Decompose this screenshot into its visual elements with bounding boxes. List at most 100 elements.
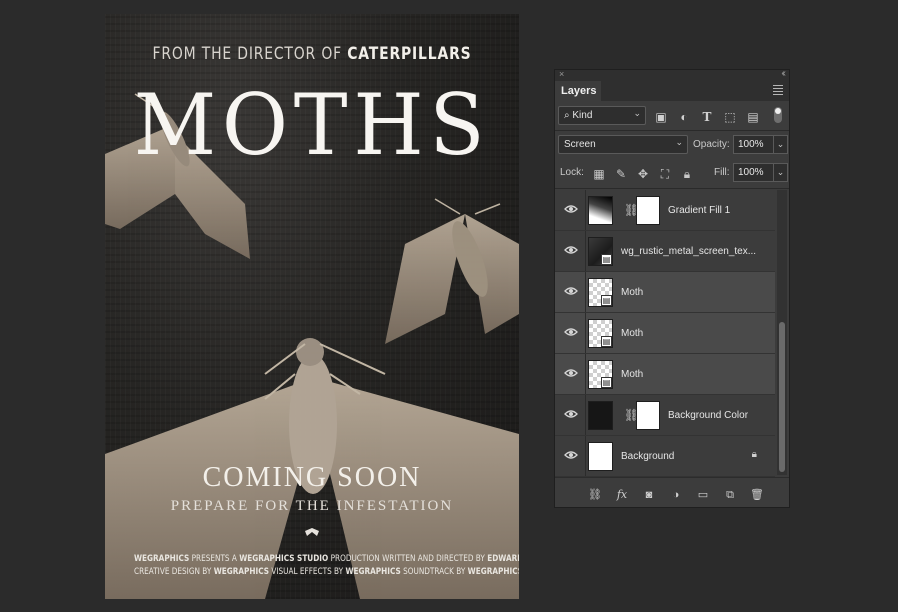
filter-kind-value: Kind <box>572 110 593 121</box>
type-filter-icon[interactable]: T <box>700 110 714 124</box>
lock-icons: ▦ ✎ ✥ ⛶ 🔒︎ <box>592 165 702 183</box>
adjustment-filter-icon[interactable]: ◐ <box>677 110 691 124</box>
new-layer-icon[interactable]: ⧉ <box>722 488 738 502</box>
eye-icon[interactable] <box>564 204 578 214</box>
eye-icon[interactable] <box>564 450 578 460</box>
layer-row-texture[interactable]: ▤ wg_rustic_metal_screen_tex... <box>555 231 775 272</box>
credit-text: PRESENTS A <box>189 554 240 564</box>
delete-layer-icon[interactable]: 🗑︎ <box>749 488 765 502</box>
layer-thumbnail <box>588 401 613 430</box>
credit-text: CREATIVE DESIGN BY <box>133 567 214 577</box>
credit-studio: WEGRAPHICS <box>133 554 190 564</box>
divider <box>555 188 789 189</box>
eye-icon[interactable] <box>564 409 578 419</box>
smart-object-icon: ▤ <box>601 377 612 388</box>
tagline-film: CATERPILLARS <box>347 44 472 64</box>
credit-text: VISUAL EFFECTS BY <box>269 567 346 577</box>
layers-panel: × ‹‹ Layers ⌕ Kind ⌄ ▣ ◐ T ⬚ ▤ Screen ⌄ Opac… <box>554 68 790 508</box>
credit-name: WEGRAPHICS <box>213 567 269 577</box>
smart-object-icon: ▤ <box>601 336 612 347</box>
layer-name[interactable]: Moth <box>621 287 643 298</box>
layer-name[interactable]: Moth <box>621 328 643 339</box>
layer-thumbnail: ▤ <box>588 319 613 348</box>
image-filter-icon[interactable]: ▣ <box>654 110 668 124</box>
credit-text: SOUNDTRACK BY <box>400 567 468 577</box>
chevron-down-icon: ⌄ <box>633 108 641 118</box>
credit-name: WEGRAPHICS <box>345 567 401 577</box>
layer-name[interactable]: Moth <box>621 369 643 380</box>
layers-list: ⛓ Gradient Fill 1 ▤ wg_rustic_metal_scre… <box>555 190 775 477</box>
document-canvas[interactable]: FROM THE DIRECTOR OF CATERPILLARS MOTHS … <box>105 14 519 599</box>
tagline-prefix: FROM THE DIRECTOR OF <box>152 44 342 64</box>
layer-name[interactable]: Background <box>621 451 674 462</box>
poster-subtitle: PREPARE FOR THE INFESTATION <box>170 498 454 514</box>
eye-icon[interactable] <box>564 286 578 296</box>
panel-footer: ⛓ fx ◙ ◑ ▭ ⧉ 🗑︎ <box>555 477 789 507</box>
moth-right <box>385 198 519 344</box>
layer-row-moth[interactable]: ▤ Moth <box>555 354 775 395</box>
panel-topbar: × ‹‹ <box>555 68 789 81</box>
fill-input[interactable]: 100% <box>733 163 774 182</box>
fill-label: Fill: <box>714 167 730 178</box>
blend-row: Screen ⌄ Opacity: 100% ⌄ <box>558 135 788 155</box>
moth-logo-icon <box>305 528 319 536</box>
panel-tabbar: Layers <box>555 81 789 101</box>
filter-kind-select[interactable]: ⌕ Kind ⌄ <box>558 106 646 125</box>
lock-artboard-icon[interactable]: ⛶ <box>658 167 672 181</box>
lock-label: Lock: <box>560 167 584 178</box>
new-group-icon[interactable]: ▭ <box>695 488 711 502</box>
fx-icon[interactable]: fx <box>614 488 630 502</box>
opacity-dropdown[interactable]: ⌄ <box>774 135 788 154</box>
eye-icon[interactable] <box>564 368 578 378</box>
blend-mode-value: Screen <box>564 139 596 150</box>
close-panel-icon[interactable]: × <box>559 69 564 79</box>
lock-transparent-icon[interactable]: ▦ <box>592 167 606 181</box>
opacity-input[interactable]: 100% <box>733 135 774 154</box>
lock-position-icon[interactable]: ✥ <box>636 167 650 181</box>
credit-text: PRODUCTION WRITTEN AND DIRECTED BY <box>328 554 488 564</box>
layer-row-background-color[interactable]: ⛓ Background Color <box>555 395 775 436</box>
link-layers-icon[interactable]: ⛓ <box>587 488 603 502</box>
scrollbar-thumb[interactable] <box>779 322 785 472</box>
poster-credits-line1: WEGRAPHICS PRESENTS A WEGRAPHICS STUDIO … <box>133 554 519 564</box>
smart-object-icon: ▤ <box>601 295 612 306</box>
shape-filter-icon[interactable]: ⬚ <box>723 110 737 124</box>
layer-row-moth[interactable]: ▤ Moth <box>555 272 775 313</box>
collapse-panel-icon[interactable]: ‹‹ <box>781 68 785 79</box>
footer-icons: ⛓ fx ◙ ◑ ▭ ⧉ 🗑︎ <box>587 485 776 503</box>
eye-icon[interactable] <box>564 245 578 255</box>
smart-object-icon: ▤ <box>601 254 612 265</box>
lock-all-icon[interactable]: 🔒︎ <box>680 167 694 181</box>
layer-mask-thumbnail[interactable] <box>636 196 660 225</box>
layer-name[interactable]: Background Color <box>668 410 748 421</box>
lock-paint-icon[interactable]: ✎ <box>614 167 628 181</box>
blend-mode-select[interactable]: Screen ⌄ <box>558 135 688 154</box>
layer-thumbnail: ▤ <box>588 360 613 389</box>
filter-toggle[interactable] <box>774 107 782 123</box>
layer-mask-thumbnail[interactable] <box>636 401 660 430</box>
poster-credits-line2: CREATIVE DESIGN BY WEGRAPHICS VISUAL EFF… <box>133 567 519 577</box>
credit-director: EDWARD DUST <box>487 554 519 564</box>
layer-name[interactable]: wg_rustic_metal_screen_tex... <box>621 246 756 257</box>
layer-row-gradient-fill[interactable]: ⛓ Gradient Fill 1 <box>555 190 775 231</box>
credit-studio-name: WEGRAPHICS STUDIO <box>239 554 329 564</box>
tab-layers[interactable]: Layers <box>555 81 601 101</box>
panel-menu-icon[interactable] <box>773 85 783 97</box>
layer-lock-icon[interactable]: 🔒︎ <box>752 449 757 460</box>
lock-row: Lock: ▦ ✎ ✥ ⛶ 🔒︎ Fill: 100% ⌄ <box>558 163 788 183</box>
layer-thumbnail <box>588 196 613 225</box>
chevron-down-icon: ⌄ <box>675 137 683 147</box>
filter-row: ⌕ Kind ⌄ ▣ ◐ T ⬚ ▤ <box>558 106 786 126</box>
search-icon: ⌕ <box>564 110 570 121</box>
layer-name[interactable]: Gradient Fill 1 <box>668 205 730 216</box>
layer-thumbnail <box>588 442 613 471</box>
eye-icon[interactable] <box>564 327 578 337</box>
layer-row-moth[interactable]: ▤ Moth <box>555 313 775 354</box>
smart-object-filter-icon[interactable]: ▤ <box>746 110 760 124</box>
layer-row-background[interactable]: Background 🔒︎ <box>555 436 775 477</box>
add-mask-icon[interactable]: ◙ <box>641 488 657 502</box>
new-adjustment-icon[interactable]: ◑ <box>668 488 684 502</box>
layers-scrollbar[interactable] <box>777 190 787 475</box>
fill-dropdown[interactable]: ⌄ <box>774 163 788 182</box>
credit-name: WEGRAPHICS <box>467 567 519 577</box>
